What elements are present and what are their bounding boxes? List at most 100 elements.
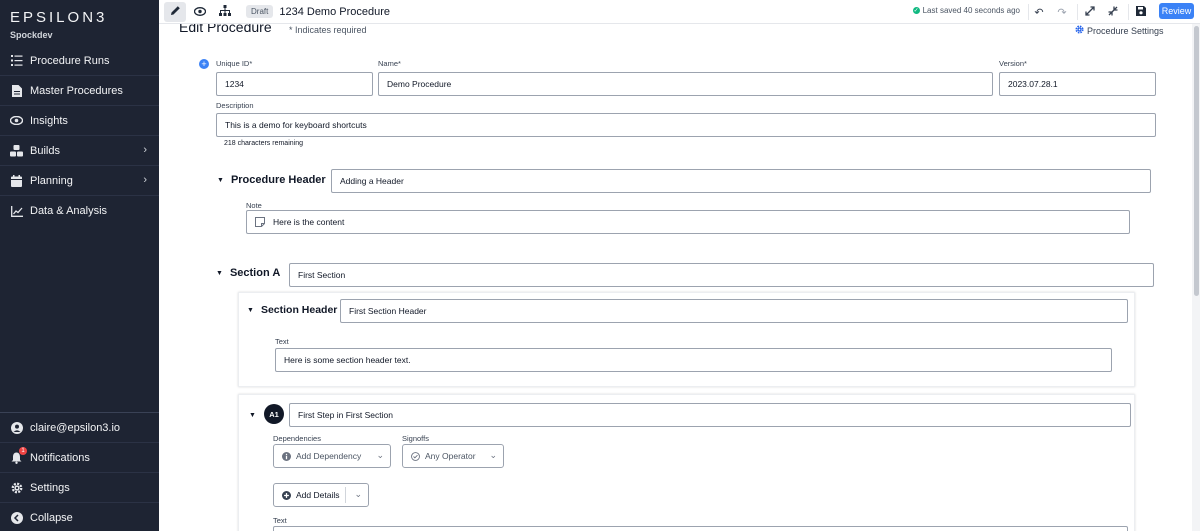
section-header-input[interactable]: First Section Header	[340, 299, 1128, 323]
note-icon	[255, 217, 265, 227]
collapse-all-button[interactable]	[1104, 3, 1122, 21]
user-icon	[10, 421, 23, 434]
list-icon	[10, 54, 23, 67]
sidebar-item-builds[interactable]: Builds ›	[0, 136, 159, 166]
review-button[interactable]: Review	[1159, 3, 1194, 19]
undo-button[interactable]: ↶	[1030, 3, 1048, 21]
calendar-icon	[10, 174, 23, 187]
sidebar-nav: Procedure Runs Master Procedures Insight…	[0, 46, 159, 226]
description-label: Description	[216, 101, 254, 110]
sidebar-item-label: Settings	[30, 481, 70, 494]
undo-icon: ↶	[1034, 6, 1044, 19]
name-label: Name*	[378, 59, 401, 68]
save-button[interactable]	[1132, 3, 1150, 21]
sitemap-icon	[219, 3, 231, 21]
sidebar-item-data-analysis[interactable]: Data & Analysis	[0, 196, 159, 226]
edit-mode-button[interactable]	[164, 1, 186, 22]
notification-badge: 1	[19, 447, 27, 455]
info-circle-icon	[282, 451, 291, 461]
sidebar-item-settings[interactable]: Settings	[0, 473, 159, 503]
step-text-label: Text	[273, 516, 287, 525]
chevron-down-icon: ⌄	[376, 450, 384, 460]
sidebar-item-label: Builds	[30, 144, 60, 157]
sidebar-item-label: Planning	[30, 174, 73, 187]
add-dependency-dropdown[interactable]: Add Dependency ⌄	[273, 444, 391, 468]
pencil-icon	[170, 3, 181, 21]
dependencies-label: Dependencies	[273, 434, 321, 443]
procedure-title: 1234 Demo Procedure	[279, 5, 391, 18]
note-label: Note	[246, 201, 262, 210]
text-label: Text	[275, 337, 289, 346]
required-note: * Indicates required	[289, 25, 367, 35]
sidebar-item-label: Notifications	[30, 451, 90, 464]
chevron-right-icon: ›	[143, 144, 147, 156]
section-header-label: Section Header	[260, 304, 338, 316]
expand-icon	[1085, 5, 1095, 19]
scrollbar-thumb[interactable]	[1194, 26, 1199, 296]
sidebar-item-account[interactable]: claire@epsilon3.io	[0, 413, 159, 443]
floppy-disk-icon	[1136, 5, 1146, 19]
section-header-title[interactable]: ▼ Section Header	[247, 304, 337, 316]
divider	[1028, 4, 1029, 20]
redo-button[interactable]: ↷	[1053, 3, 1071, 21]
sidebar-item-master-procedures[interactable]: Master Procedures	[0, 76, 159, 106]
document-icon	[10, 84, 23, 97]
chevron-right-icon: ›	[143, 174, 147, 186]
save-status-text: Last saved 40 seconds ago	[922, 6, 1020, 15]
procedure-header-title[interactable]: ▼ Procedure Header	[217, 174, 326, 186]
check-circle-icon: ✓	[912, 7, 920, 14]
section-header-text-input[interactable]: Here is some section header text.	[275, 348, 1112, 372]
eye-icon	[193, 3, 207, 21]
note-input[interactable]: Here is the content	[246, 210, 1130, 234]
sidebar-item-label: Collapse	[30, 512, 73, 524]
plus-icon: +	[201, 58, 207, 69]
name-input[interactable]: Demo Procedure	[378, 72, 993, 96]
sidebar: EPSILON3 Spockdev Procedure Runs Master …	[0, 0, 159, 531]
chart-line-icon	[10, 205, 23, 218]
version-label: Version*	[999, 59, 1027, 68]
procedure-header-label: Procedure Header	[230, 174, 326, 186]
expand-all-button[interactable]	[1081, 3, 1099, 21]
procedure-editor: Edit Procedure * Indicates required Proc…	[159, 24, 1192, 531]
section-name-input[interactable]: First Section	[289, 263, 1154, 287]
compress-icon	[1108, 6, 1118, 19]
sidebar-item-planning[interactable]: Planning ›	[0, 166, 159, 196]
flow-view-button[interactable]	[214, 2, 236, 22]
version-input[interactable]: 2023.07.28.1	[999, 72, 1156, 96]
step-text-input[interactable]	[273, 526, 1128, 531]
sidebar-item-label: claire@epsilon3.io	[30, 421, 121, 434]
cubes-icon	[10, 144, 23, 157]
procedure-settings-link[interactable]: Procedure Settings	[1075, 25, 1164, 36]
sidebar-item-collapse[interactable]: Collapse	[0, 503, 159, 531]
chevron-down-icon: ⌄	[354, 489, 362, 499]
draft-badge: Draft	[246, 5, 274, 18]
gear-icon	[1075, 25, 1084, 36]
sidebar-item-procedure-runs[interactable]: Procedure Runs	[0, 46, 159, 76]
note-text: Here is the content	[273, 217, 345, 227]
sidebar-item-notifications[interactable]: 1 Notifications	[0, 443, 159, 473]
save-status: ✓ Last saved 40 seconds ago	[912, 6, 1020, 15]
unique-id-label: Unique ID*	[216, 59, 253, 68]
procedure-header-input[interactable]: Adding a Header	[331, 169, 1151, 193]
section-title[interactable]: ▼ Section A	[216, 267, 280, 279]
view-mode-button[interactable]	[189, 2, 211, 22]
page-title: Edit Procedure	[179, 24, 272, 35]
add-content-button[interactable]: +	[199, 59, 209, 69]
add-details-button[interactable]: Add Details ⌄	[273, 483, 369, 507]
top-bar: Draft 1234 Demo Procedure ✓ Last saved 4…	[159, 0, 1200, 24]
add-dependency-label: Add Dependency	[296, 451, 362, 461]
eye-icon	[10, 114, 23, 127]
add-details-label: Add Details	[296, 490, 340, 500]
gear-icon	[10, 481, 23, 494]
sidebar-item-label: Data & Analysis	[30, 205, 108, 217]
check-circle-icon	[411, 451, 420, 461]
divider	[345, 487, 346, 503]
unique-id-input[interactable]: 1234	[216, 72, 373, 96]
characters-remaining: 218 characters remaining	[224, 140, 303, 147]
sidebar-item-insights[interactable]: Insights	[0, 106, 159, 136]
caret-down-icon[interactable]: ▼	[249, 412, 256, 419]
step-title-input[interactable]: First Step in First Section	[289, 403, 1131, 427]
sidebar-item-label: Master Procedures	[30, 84, 123, 97]
description-input[interactable]: This is a demo for keyboard shortcuts	[216, 113, 1156, 137]
signoff-dropdown[interactable]: Any Operator ⌄	[402, 444, 504, 468]
